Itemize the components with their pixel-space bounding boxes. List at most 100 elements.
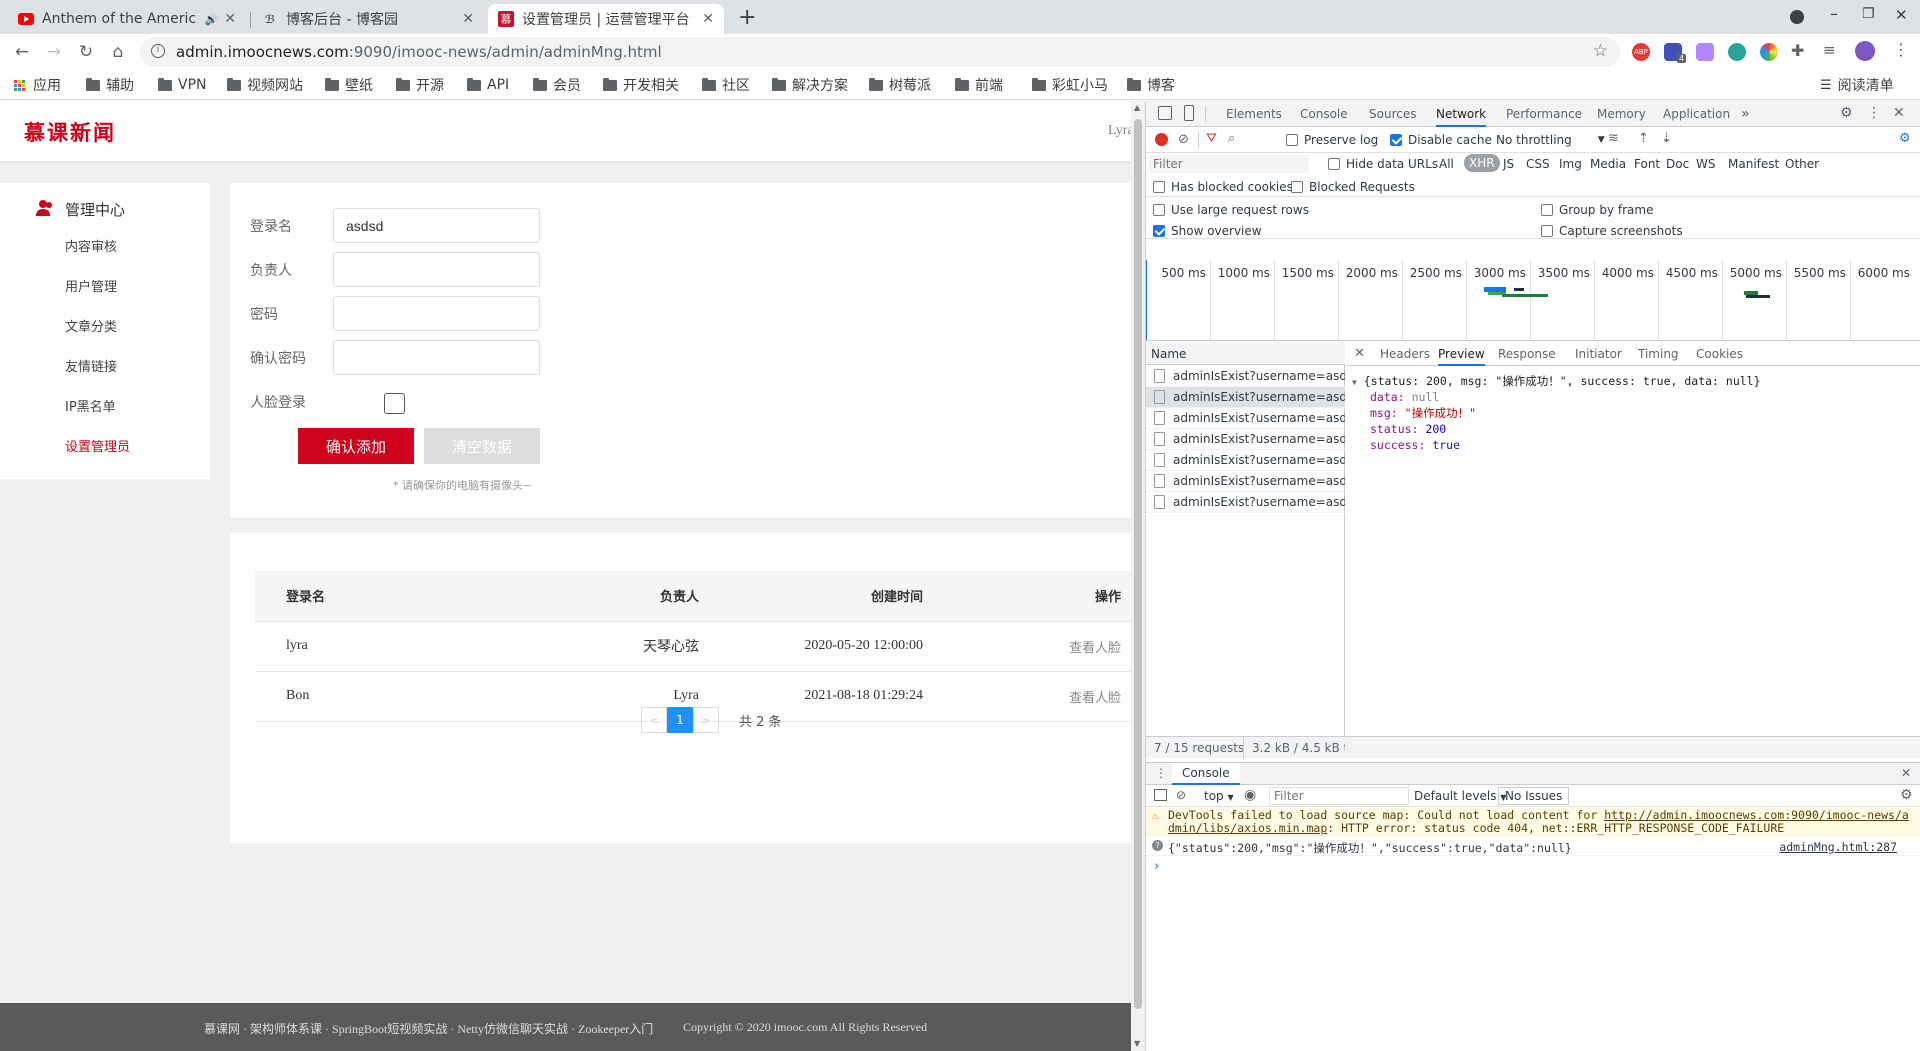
bookmark-folder[interactable]: VPN <box>158 76 207 94</box>
avatar[interactable] <box>1855 41 1875 61</box>
bookmark-folder[interactable]: 会员 <box>533 76 581 94</box>
scroll-down-icon[interactable]: ▼ <box>1134 1039 1140 1048</box>
more-tabs-icon[interactable]: » <box>1741 101 1750 127</box>
type-filter-manifest[interactable]: Manifest <box>1728 157 1779 171</box>
large-rows-checkbox[interactable] <box>1153 204 1165 216</box>
network-settings-icon[interactable]: ⚙ <box>1899 131 1911 146</box>
tab-memory[interactable]: Memory <box>1597 101 1646 127</box>
console-prompt[interactable]: › <box>1154 859 1159 874</box>
preserve-log-option[interactable]: Preserve log <box>1286 133 1378 147</box>
confirm-password-input[interactable] <box>333 340 540 375</box>
devtools-menu-icon[interactable]: ⋮ <box>1867 105 1881 121</box>
site-info-icon[interactable]: i <box>151 44 165 58</box>
detail-tab-response[interactable]: Response <box>1498 342 1556 366</box>
scrollbar-thumb[interactable] <box>1134 119 1142 1009</box>
export-har-icon[interactable]: ⇣ <box>1661 131 1672 146</box>
type-filter-css[interactable]: CSS <box>1526 157 1550 171</box>
device-toolbar-icon[interactable] <box>1184 105 1194 121</box>
puzzle-icon[interactable]: ✚ <box>1791 41 1804 60</box>
type-filter-other[interactable]: Other <box>1785 157 1819 171</box>
disable-cache-option[interactable]: Disable cache <box>1390 133 1492 147</box>
drawer-tab-console[interactable]: Console <box>1172 763 1240 785</box>
type-filter-media[interactable]: Media <box>1590 157 1626 171</box>
clear-data-button[interactable]: 清空数据 <box>424 428 540 464</box>
request-row[interactable]: adminIsExist?username=asd <box>1146 366 1345 387</box>
close-icon[interactable]: ✕ <box>702 11 714 27</box>
extension-icon[interactable] <box>1728 43 1746 61</box>
tab-console[interactable]: Console <box>1300 101 1348 127</box>
tab-network[interactable]: Network <box>1436 101 1487 127</box>
detail-tab-headers[interactable]: Headers <box>1380 342 1430 366</box>
network-conditions-icon[interactable]: ≋ <box>1608 131 1619 146</box>
import-har-icon[interactable]: ⇡ <box>1638 131 1649 146</box>
sidebar-item-users[interactable]: 用户管理 <box>65 276 117 295</box>
log-source-link[interactable]: adminMng.html:287 <box>1779 840 1897 854</box>
bookmark-apps[interactable]: 应用 <box>14 76 61 94</box>
inspect-element-icon[interactable] <box>1158 106 1172 120</box>
request-row[interactable]: adminIsExist?username=asd <box>1146 408 1345 429</box>
type-filter-xhr[interactable]: XHR <box>1464 154 1500 172</box>
context-select[interactable]: top ▼ <box>1204 789 1234 803</box>
clear-icon[interactable]: ⊘ <box>1178 132 1189 147</box>
view-face-link[interactable]: 查看人脸 <box>923 671 1131 722</box>
bookmark-folder[interactable]: 壁纸 <box>325 76 373 94</box>
has-blocked-cookies-checkbox[interactable] <box>1153 181 1165 193</box>
sidebar-item-content-review[interactable]: 内容审核 <box>65 236 117 255</box>
reading-list[interactable]: ☰ 阅读清单 <box>1820 76 1894 95</box>
detail-tab-cookies[interactable]: Cookies <box>1696 342 1743 366</box>
page-1-button[interactable]: 1 <box>667 707 693 733</box>
detail-tab-preview[interactable]: Preview <box>1438 342 1485 366</box>
show-overview-option[interactable]: Show overview <box>1153 224 1262 238</box>
group-by-frame-option[interactable]: Group by frame <box>1541 203 1653 217</box>
bookmark-folder[interactable]: 开发相关 <box>603 76 679 94</box>
issues-button[interactable]: No Issues <box>1498 787 1570 805</box>
bookmark-folder[interactable]: 彩虹小马 <box>1032 76 1108 94</box>
site-logo[interactable]: 慕课新闻 <box>24 117 116 147</box>
close-detail-icon[interactable]: ✕ <box>1354 342 1365 366</box>
bookmark-folder[interactable]: 树莓派 <box>869 76 931 94</box>
type-filter-js[interactable]: JS <box>1503 157 1514 171</box>
expand-triangle-icon[interactable]: ▼ <box>1352 378 1357 387</box>
footer-links[interactable]: 慕课网 · 架构师体系课 · SpringBoot短视频实战 · Netty仿微… <box>204 1020 653 1037</box>
large-rows-option[interactable]: Use large request rows <box>1153 203 1309 217</box>
confirm-add-button[interactable]: 确认添加 <box>298 428 414 464</box>
tab-application[interactable]: Application <box>1663 101 1730 127</box>
menu-kebab-icon[interactable]: ⋮ <box>1893 40 1909 59</box>
capture-screenshots-checkbox[interactable] <box>1541 225 1553 237</box>
browser-tab-cnblogs[interactable]: ℬ 博客后台 - 博客园 ✕ <box>252 4 484 34</box>
adblock-icon[interactable]: ABP <box>1632 43 1650 61</box>
type-filter-img[interactable]: Img <box>1559 157 1582 171</box>
filter-funnel-icon[interactable]: ⛛ <box>1206 131 1217 146</box>
close-icon[interactable]: ✕ <box>224 11 236 27</box>
preview-summary[interactable]: ▼ {status: 200, msg: "操作成功！", success: t… <box>1352 373 1761 389</box>
show-overview-checkbox[interactable] <box>1153 225 1165 237</box>
bookmark-star-icon[interactable]: ☆ <box>1593 41 1608 61</box>
media-control-icon[interactable]: ≡ <box>1823 41 1836 59</box>
view-face-link[interactable]: 查看人脸 <box>923 621 1131 672</box>
forward-icon[interactable]: → <box>42 40 66 64</box>
request-row-selected[interactable]: adminIsExist?username=asd <box>1146 387 1345 408</box>
type-filter-font[interactable]: Font <box>1634 157 1660 171</box>
tab-performance[interactable]: Performance <box>1506 101 1582 127</box>
sidebar-item-ip-blacklist[interactable]: IP黑名单 <box>65 396 116 415</box>
request-row[interactable]: adminIsExist?username=asdsd <box>1146 492 1345 513</box>
has-blocked-cookies-option[interactable]: Has blocked cookies <box>1153 180 1293 194</box>
address-bar[interactable]: i admin.imoocnews.com:9090/imooc-news/ad… <box>140 37 1620 67</box>
search-icon[interactable]: ⌕ <box>1228 131 1235 146</box>
sidebar-toggle-icon[interactable] <box>1154 789 1167 801</box>
home-icon[interactable]: ⌂ <box>106 40 130 64</box>
page-scrollbar[interactable]: ▲ ▼ <box>1131 101 1145 1051</box>
sidebar-item-categories[interactable]: 文章分类 <box>65 316 117 335</box>
bookmark-folder[interactable]: 开源 <box>396 76 444 94</box>
throttling-select[interactable]: No throttling ▼ <box>1496 133 1605 147</box>
tab-sources[interactable]: Sources <box>1369 101 1416 127</box>
disable-cache-checkbox[interactable] <box>1390 134 1402 146</box>
minimize-icon[interactable]: – <box>1830 4 1838 23</box>
password-input[interactable] <box>333 296 540 331</box>
close-icon[interactable]: ✕ <box>462 11 474 27</box>
log-text[interactable]: {"status":200,"msg":"操作成功！","success":tr… <box>1168 841 1572 855</box>
bookmark-folder[interactable]: API <box>467 76 509 94</box>
name-column-header[interactable]: Name <box>1146 342 1345 365</box>
browser-tab-active[interactable]: 慕 设置管理员 | 运营管理平台 ✕ <box>488 4 724 34</box>
request-row[interactable]: adminIsExist?username=asdsd <box>1146 471 1345 492</box>
